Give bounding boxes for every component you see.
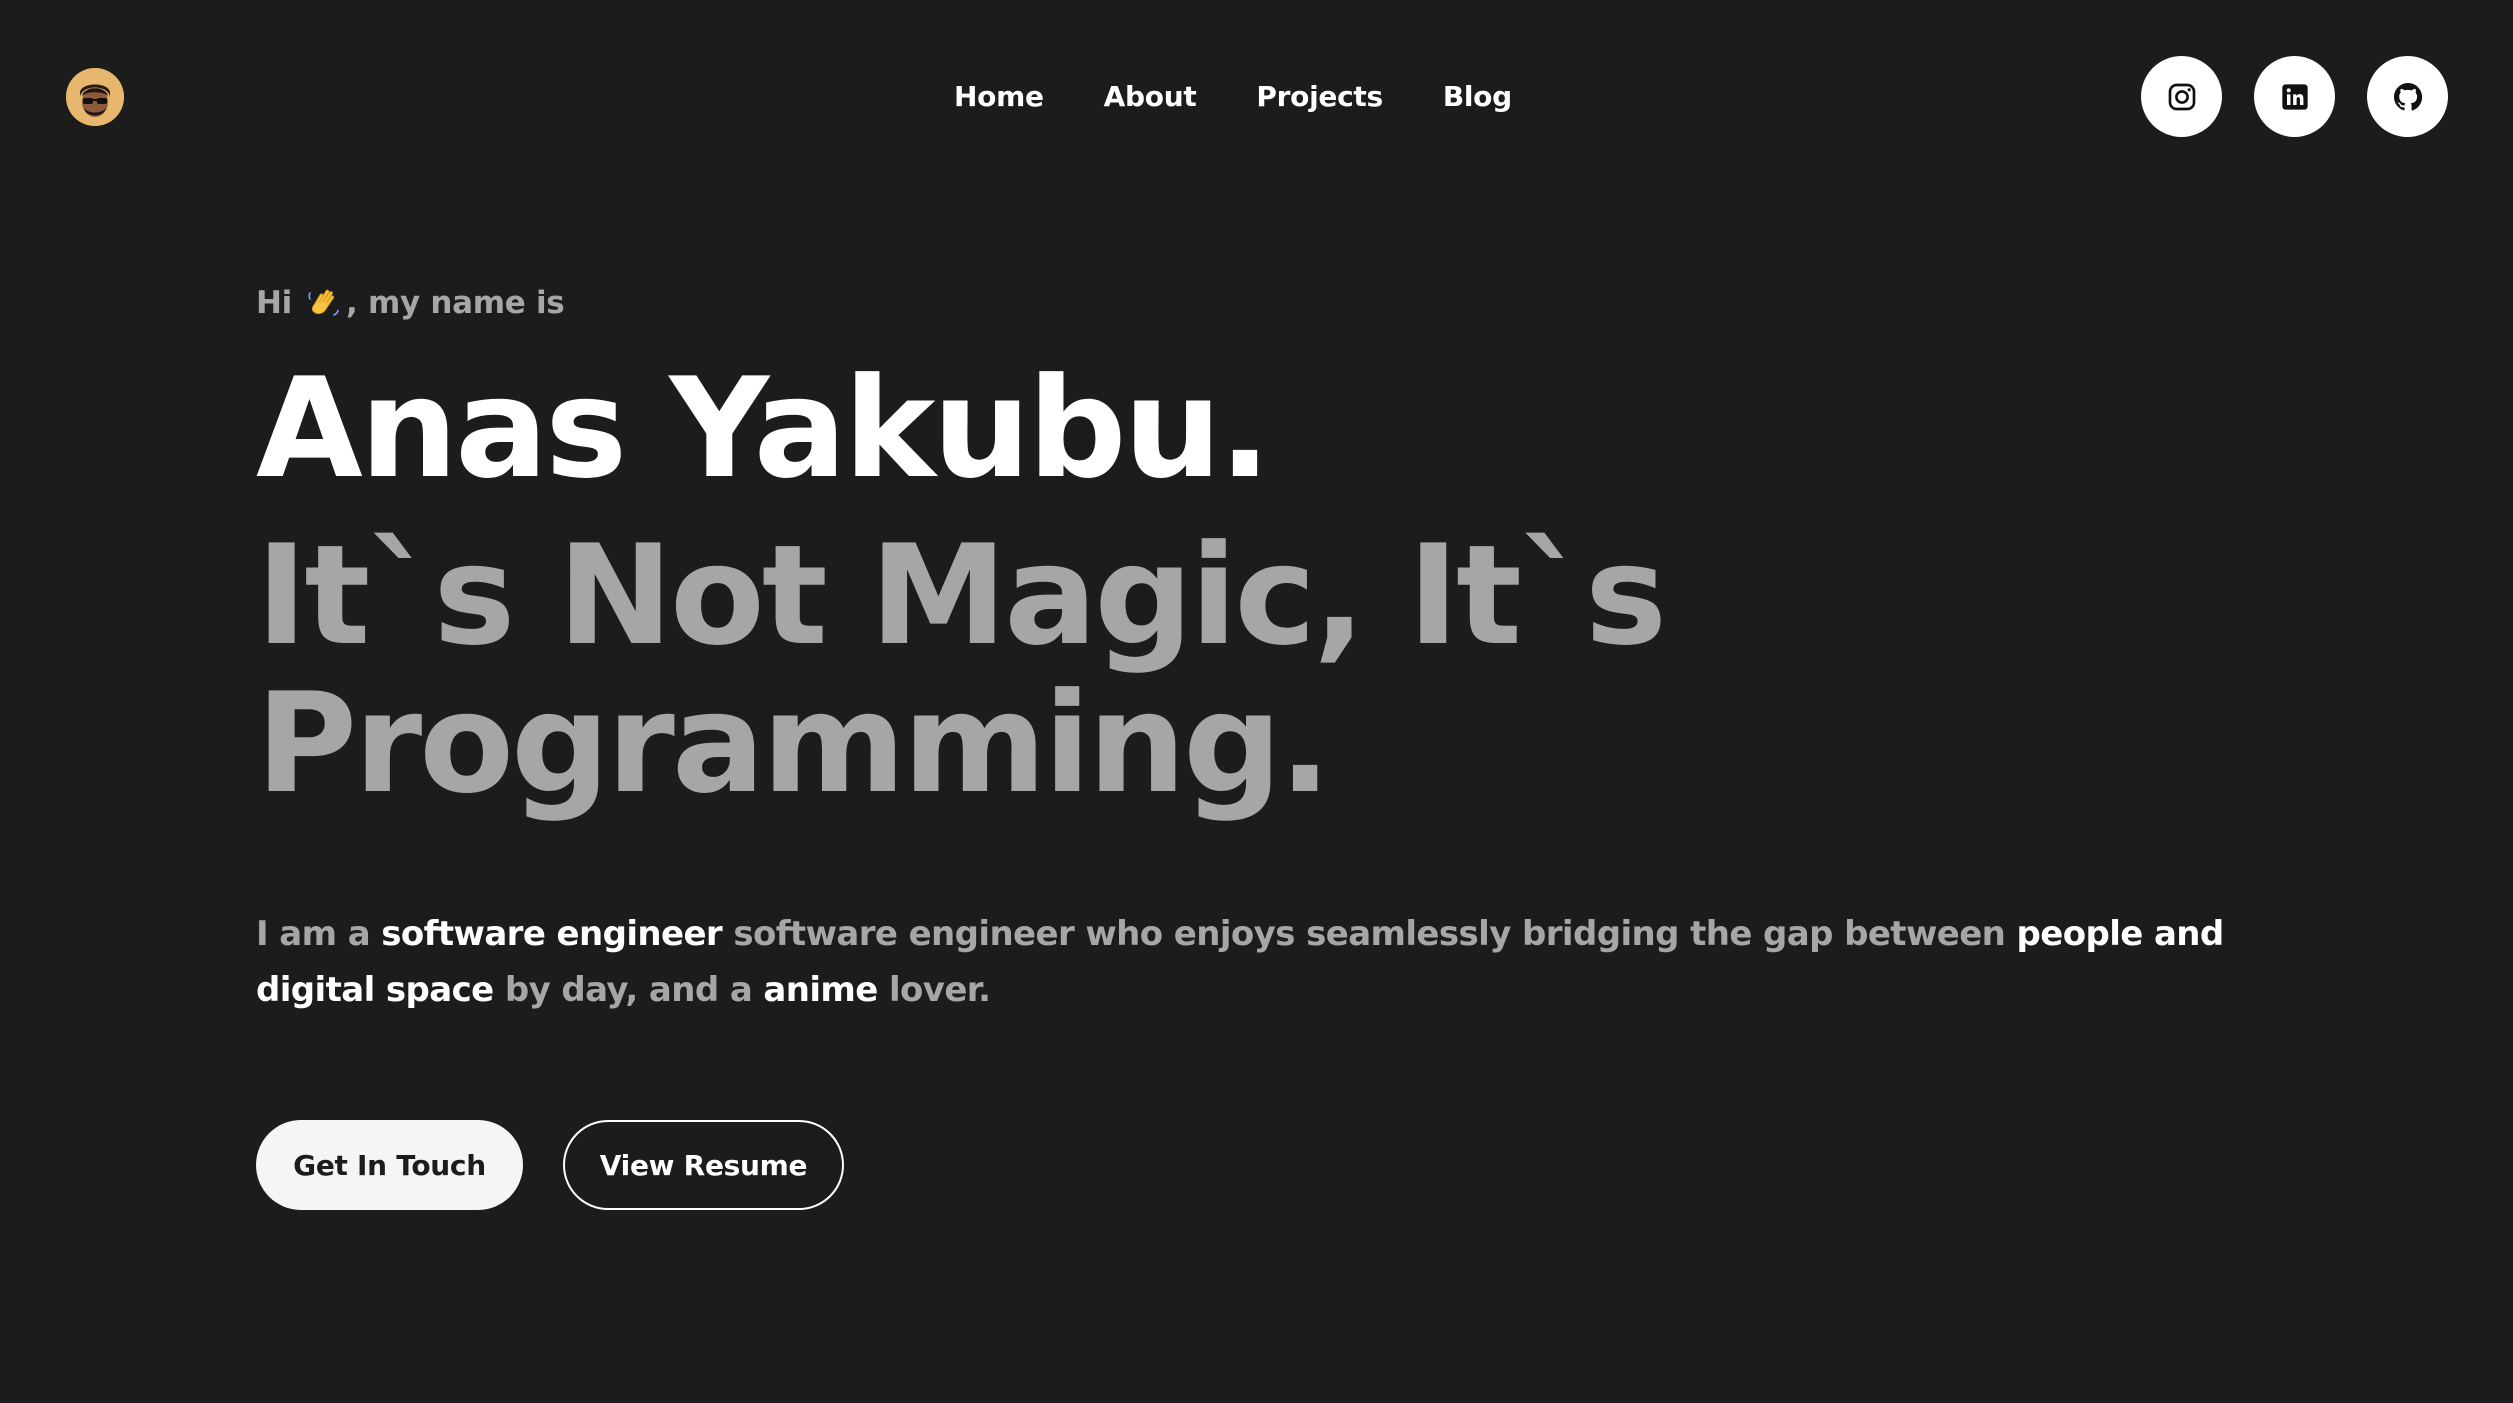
site-header: Home About Projects Blog bbox=[0, 0, 2513, 200]
hero-bio: I am a software engineer software engine… bbox=[256, 906, 2256, 1018]
instagram-button[interactable] bbox=[2141, 56, 2222, 137]
nav-projects[interactable]: Projects bbox=[1256, 74, 1383, 120]
hero-tagline: It`s Not Magic, It`s Programming. bbox=[256, 515, 1667, 824]
linkedin-icon bbox=[2281, 83, 2308, 110]
hero-name: Anas Yakubu. bbox=[256, 348, 1271, 509]
get-in-touch-button[interactable]: Get In Touch bbox=[256, 1120, 523, 1210]
main-nav: Home About Projects Blog bbox=[954, 74, 1512, 120]
greeting: Hi , my name is bbox=[256, 280, 2256, 326]
bio-highlight-hobby: anime bbox=[763, 970, 878, 1010]
avatar-logo[interactable] bbox=[66, 68, 124, 126]
bio-text-3: by day, and a bbox=[493, 970, 764, 1010]
nav-blog[interactable]: Blog bbox=[1443, 74, 1512, 120]
hero-actions: Get In Touch View Resume bbox=[256, 1120, 2256, 1210]
github-icon bbox=[2393, 82, 2422, 110]
github-button[interactable] bbox=[2367, 56, 2448, 137]
bio-text-1: I am a bbox=[256, 914, 382, 954]
hero-section: Hi , my name is Anas Yakubu. It`s Not Ma… bbox=[256, 280, 2256, 1210]
avatar-icon bbox=[66, 68, 124, 126]
bio-text-2: software engineer who enjoys seamlessly … bbox=[722, 914, 2017, 954]
nav-about[interactable]: About bbox=[1104, 74, 1197, 120]
social-links bbox=[2141, 56, 2448, 137]
view-resume-button[interactable]: View Resume bbox=[563, 1120, 844, 1210]
waving-hand-icon bbox=[308, 289, 339, 316]
greeting-prefix: Hi bbox=[256, 285, 292, 321]
instagram-icon bbox=[2168, 83, 2195, 110]
page: Home About Projects Blog Hi , my name is… bbox=[0, 0, 2513, 1403]
greeting-suffix: , my name is bbox=[345, 285, 565, 321]
bio-text-4: lover. bbox=[877, 970, 991, 1010]
bio-highlight-role: software engineer bbox=[381, 914, 723, 954]
linkedin-button[interactable] bbox=[2254, 56, 2335, 137]
nav-home[interactable]: Home bbox=[954, 74, 1044, 120]
